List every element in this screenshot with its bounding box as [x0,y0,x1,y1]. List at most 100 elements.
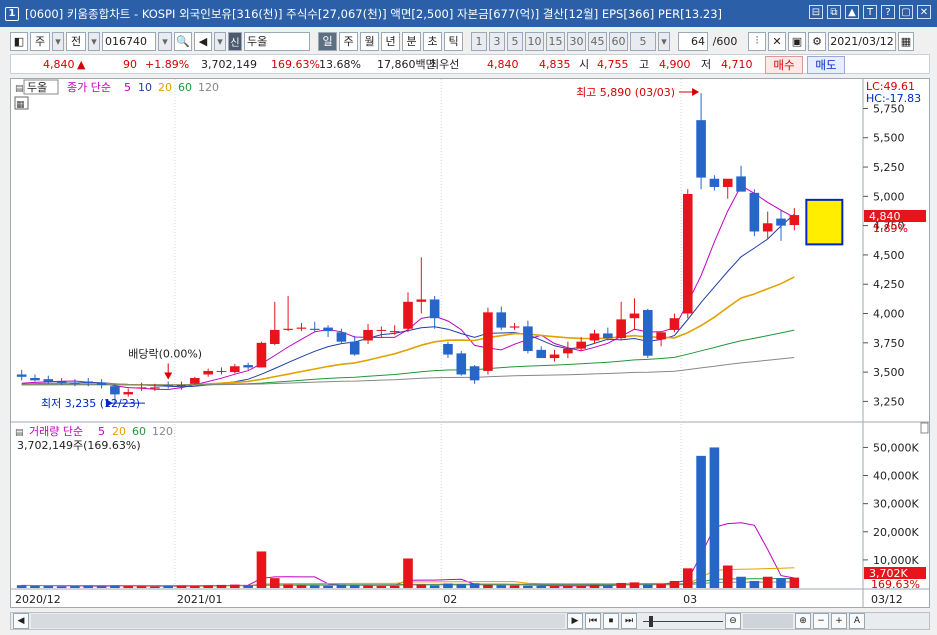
period-tick-button[interactable]: 틱 [444,31,463,51]
chevron-down-icon[interactable]: ▾ [214,31,226,51]
code-dropdown-icon[interactable]: ▾ [158,31,172,51]
sell-button[interactable]: 매도 [807,56,845,74]
candle-body [416,299,427,302]
volume-bar [682,568,693,588]
period-day-button[interactable]: 일 [318,31,337,51]
volume-bar [616,582,626,588]
jump-end-icon[interactable]: ⏭ [621,613,637,629]
stop-icon[interactable]: ⏹ [603,613,619,629]
calendar-icon[interactable]: ▦ [898,31,914,51]
market-button[interactable]: 전 [66,31,86,51]
price-change: 90 [123,57,137,71]
plus-icon[interactable]: + [831,613,847,629]
minute-30-button[interactable]: 30 [567,31,586,51]
minute-10-button[interactable]: 10 [525,31,544,51]
close-icon[interactable]: ✕ [917,5,931,19]
volume-bar [656,584,666,588]
stock-code-input[interactable]: 016740 [102,31,156,51]
scroll-right-icon[interactable]: ▶ [567,613,583,629]
period-month-button[interactable]: 월 [360,31,379,51]
scroll-left-icon[interactable]: ◀ [13,613,29,629]
candle-body [762,223,773,232]
zoom-level-bar[interactable] [743,614,793,628]
tick-value-select[interactable]: 5 [630,31,656,51]
period-week-button[interactable]: 주 [339,31,358,51]
minute-3-button[interactable]: 3 [489,31,505,51]
auto-scale-icon[interactable]: A [849,613,865,629]
chevron-down-icon[interactable]: ▾ [658,31,670,51]
save-icon[interactable]: ▣ [788,31,806,51]
candlestick-chart[interactable]: 5,7505,5005,2505,0004,7504,5004,2504,000… [11,79,929,607]
candle-body [523,326,533,352]
zoom-slider[interactable] [643,614,723,628]
minute-15-button[interactable]: 15 [546,31,565,51]
zoom-in-icon[interactable]: ⊕ [795,613,811,629]
volume-bar [722,565,733,588]
search-icon[interactable]: 🔍 [174,31,192,51]
credit-mark: 신 [228,31,242,51]
volume-bar [536,586,547,588]
x-axis-label: 02 [443,593,457,606]
period-minute-button[interactable]: 분 [402,31,421,51]
price-tick-label: 3,500 [873,366,905,379]
candle-body [603,333,613,339]
candle-icon[interactable]: ⫶ [748,31,766,51]
period-second-button[interactable]: 초 [423,31,442,51]
maximize-icon[interactable]: ▢ [899,5,913,19]
minute-60-button[interactable]: 60 [609,31,628,51]
chevron-down-icon[interactable]: ▾ [88,31,100,51]
scroll-track[interactable] [31,614,565,628]
help-icon[interactable]: ? [881,5,895,19]
minus-icon[interactable]: − [813,613,829,629]
text-icon[interactable]: T [863,5,877,19]
candle-body [376,329,387,331]
volume-bar [736,576,746,588]
candle-body [243,365,253,368]
volume-bar [509,585,520,588]
candle-body [429,299,440,319]
minute-1-button[interactable]: 1 [471,31,487,51]
volume-bar [709,447,720,588]
low-label: 저 [701,58,712,71]
gear-icon[interactable]: ⚙ [808,31,826,51]
volume-panel-menu-icon[interactable] [920,422,929,434]
ma-legend-20: 20 [158,81,172,94]
price-y-ticks: 5,7505,5005,2505,0004,7504,5004,2504,000… [863,102,905,408]
speaker-icon[interactable]: ◀ [194,31,212,51]
tile-icon[interactable]: ⧉ [827,5,841,19]
count-input[interactable]: 64 [678,31,708,51]
volume-bar [589,584,600,588]
chart-scrollbar[interactable]: ◀ ▶ ⏮ ⏹ ⏭ ⊖ ⊕ − + A [10,612,930,630]
volume-pct-tag: 169.63% [871,578,920,591]
volume-bar [30,585,40,588]
candle-body [16,374,27,377]
highlight-box[interactable] [805,198,844,246]
crosshair-icon[interactable]: ✕ [768,31,786,51]
volume-tick-label: 20,000K [873,526,919,539]
volume-bar [776,578,786,588]
minute-5-button[interactable]: 5 [507,31,523,51]
minute-45-button[interactable]: 45 [588,31,607,51]
chart-area[interactable]: 5,750 5,500 5,250 5,000 4,750 4,500 4,250 4,000… [10,78,930,608]
zoom-slider-handle[interactable] [649,616,653,627]
date-input[interactable]: 2021/03/12 [828,31,896,51]
period-year-button[interactable]: 년 [381,31,400,51]
zoom-out-icon[interactable]: ⊖ [725,613,741,629]
volume-bar [576,585,586,588]
jump-start-icon[interactable]: ⏮ [585,613,601,629]
period-type-select[interactable]: 주 [30,31,50,51]
buy-button[interactable]: 매수 [765,56,803,74]
restore-icon[interactable]: ⊟ [809,5,823,19]
layout-icon[interactable]: ◧ [10,31,28,51]
table-icon[interactable]: ▦ [16,100,25,110]
high-price: 4,900 [659,57,691,71]
candle-body [230,366,240,373]
price-tick-label: 3,750 [873,337,905,350]
panel-toggle-icon[interactable]: ▤ [15,84,24,94]
volume-panel-toggle-icon[interactable]: ▤ [15,428,24,438]
zoom-slider-track [643,621,723,622]
up-icon[interactable]: ▲ [845,5,859,19]
chevron-down-icon[interactable]: ▾ [52,31,64,51]
volume-tick-label: 50,000K [873,441,919,454]
volume-ma-legend-120: 120 [152,425,173,438]
